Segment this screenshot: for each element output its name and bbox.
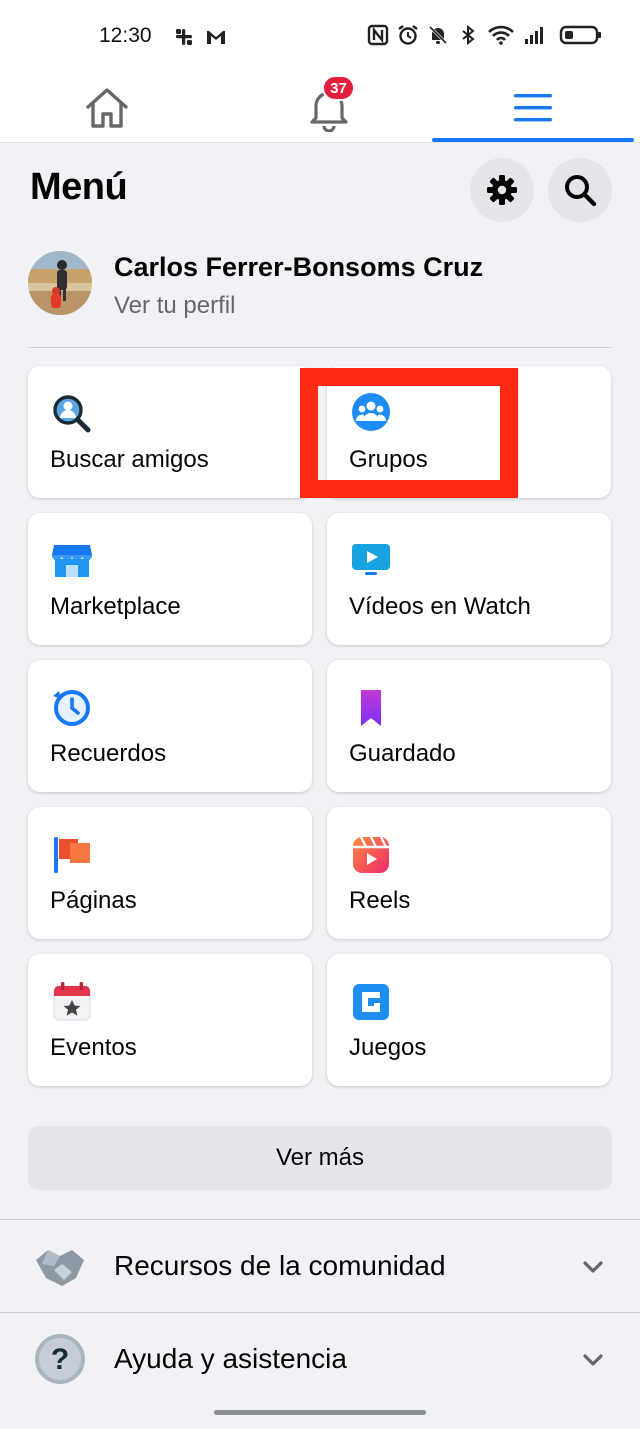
home-indicator[interactable] <box>214 1410 426 1415</box>
search-icon <box>565 175 597 207</box>
status-right-icons <box>367 24 603 46</box>
pages-icon <box>54 837 90 873</box>
svg-text:?: ? <box>51 1343 69 1376</box>
avatar <box>28 251 92 315</box>
gear-icon <box>487 175 517 205</box>
profile-row[interactable]: Carlos Ferrer-Bonsoms Cruz Ver tu perfil <box>28 248 612 326</box>
marketplace-icon <box>51 545 93 577</box>
shortcut-label: Juegos <box>349 1034 427 1061</box>
nfc-icon <box>367 24 389 46</box>
saved-icon <box>361 690 381 726</box>
section-community-resources[interactable]: Recursos de la comunidad <box>0 1220 640 1312</box>
watch-icon <box>352 544 390 575</box>
help-icon: ? <box>35 1334 85 1384</box>
reels-icon <box>353 836 389 873</box>
chevron-down-icon <box>583 1354 603 1366</box>
section-help-support[interactable]: ? Ayuda y asistencia <box>0 1313 640 1405</box>
shortcut-marketplace[interactable]: Marketplace <box>28 513 312 645</box>
page-title: Menú <box>30 166 128 208</box>
shortcut-label: Buscar amigos <box>50 446 209 473</box>
chevron-down-icon <box>583 1261 603 1273</box>
shortcut-label: Páginas <box>50 887 137 914</box>
home-icon <box>86 87 128 128</box>
search-button[interactable] <box>548 158 612 222</box>
shortcut-memories[interactable]: Recuerdos <box>28 660 312 792</box>
shortcut-label: Eventos <box>50 1034 137 1061</box>
shortcut-watch[interactable]: Vídeos en Watch <box>327 513 611 645</box>
shortcut-label: Marketplace <box>50 593 181 620</box>
notification-badge: 37 <box>322 75 355 101</box>
shortcut-games[interactable]: Juegos <box>327 954 611 1086</box>
wifi-icon <box>488 25 514 45</box>
settings-button[interactable] <box>470 158 534 222</box>
games-icon <box>353 984 389 1020</box>
slack-icon <box>176 29 192 45</box>
section-label: Recursos de la comunidad <box>114 1250 446 1281</box>
view-profile-link[interactable]: Ver tu perfil <box>114 292 235 320</box>
shortcut-label: Recuerdos <box>50 740 167 767</box>
top-navigation: 37 <box>0 72 640 143</box>
shortcut-reels[interactable]: Reels <box>327 807 611 939</box>
status-time: 12:30 <box>99 24 152 47</box>
gmail-icon <box>207 31 225 44</box>
bluetooth-icon <box>462 24 475 46</box>
signal-icon <box>525 27 543 44</box>
find-friends-icon <box>53 395 91 433</box>
section-label: Ayuda y asistencia <box>114 1343 347 1374</box>
shortcut-label: Vídeos en Watch <box>349 593 531 620</box>
shortcut-events[interactable]: Eventos <box>28 954 312 1086</box>
status-bar: 12:30 <box>0 0 640 72</box>
shortcut-label: Guardado <box>349 740 456 767</box>
shortcut-saved[interactable]: Guardado <box>327 660 611 792</box>
alarm-icon <box>398 25 418 45</box>
groups-icon <box>352 393 390 431</box>
shortcut-label: Grupos <box>349 446 428 473</box>
memories-icon <box>53 690 90 726</box>
profile-name: Carlos Ferrer-Bonsoms Cruz <box>114 252 484 282</box>
shortcut-pages[interactable]: Páginas <box>28 807 312 939</box>
tab-menu[interactable] <box>458 72 608 143</box>
shortcut-groups[interactable]: Grupos <box>327 366 611 498</box>
see-more-button[interactable]: Ver más <box>28 1126 612 1190</box>
status-left-icons <box>173 26 227 48</box>
muted-bell-icon <box>428 25 448 45</box>
tab-home[interactable] <box>32 72 182 143</box>
hamburger-menu-icon <box>514 93 552 121</box>
battery-icon <box>559 25 601 45</box>
handshake-icon <box>36 1250 84 1286</box>
shortcut-label: Reels <box>349 887 411 914</box>
divider <box>28 347 612 348</box>
active-tab-indicator <box>432 138 634 142</box>
events-icon <box>53 982 91 1021</box>
shortcut-find-friends[interactable]: Buscar amigos <box>28 366 312 498</box>
